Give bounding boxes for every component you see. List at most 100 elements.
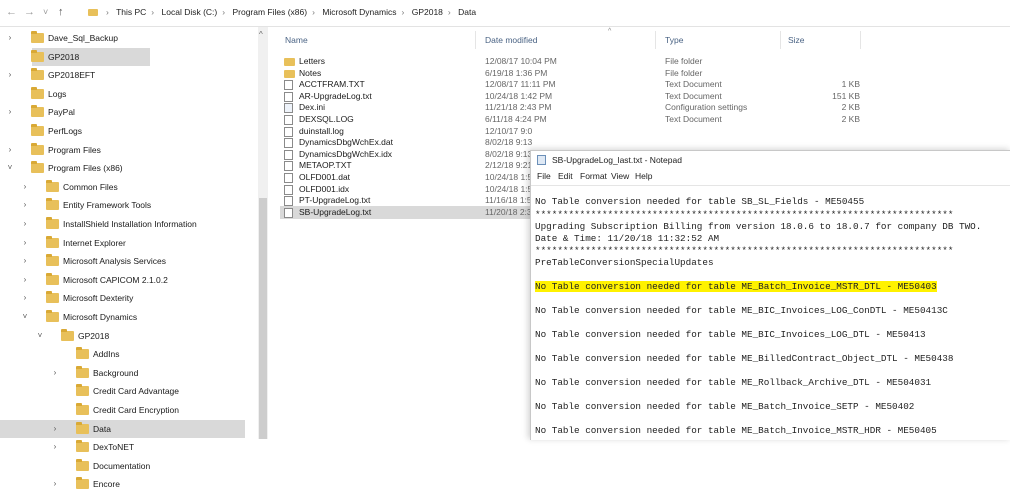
address-bar: ← → ˅ ↑ › This PC › Local Disk (C:) › Prog… [0, 0, 1010, 27]
line-text: Date & Time: 11/20/18 11:32:52 AM [535, 233, 720, 244]
line-text: Upgrading Subscription Billing from vers… [535, 221, 982, 232]
menu-edit[interactable]: Edit [558, 171, 573, 181]
breadcrumb-local-disk[interactable]: Local Disk (C:) [162, 7, 218, 17]
text-file-icon [284, 80, 293, 91]
nav-item[interactable]: Logs [0, 85, 255, 103]
chevron-right-icon[interactable]: › [5, 141, 15, 159]
chevron-right-icon[interactable]: › [20, 215, 30, 233]
folder-icon [76, 403, 89, 415]
text-file-icon [284, 115, 293, 125]
menu-format[interactable]: Format [580, 171, 607, 181]
notepad-icon [537, 155, 546, 165]
chevron-down-icon[interactable]: ˅ [5, 159, 15, 177]
nav-item-label: DexToNET [93, 442, 135, 453]
file-row[interactable]: SB-UpgradeLog.txt 11/20/18 2:3 [280, 205, 545, 219]
chevron-right-icon[interactable]: › [50, 475, 60, 493]
folder-icon [76, 458, 89, 471]
nav-item-label: Microsoft Dexterity [63, 293, 134, 304]
menu-help[interactable]: Help [635, 171, 652, 181]
nav-item[interactable]: › Internet Explorer [0, 234, 255, 252]
column-divider[interactable] [475, 31, 476, 49]
nav-item[interactable]: › Microsoft Analysis Services [0, 252, 255, 270]
nav-item[interactable]: › PayPal [0, 103, 255, 121]
nav-item[interactable]: Credit Card Advantage [0, 382, 255, 400]
scroll-up-icon[interactable]: ^ [259, 30, 263, 39]
folder-icon [46, 254, 59, 267]
chevron-down-icon[interactable]: ˅ [35, 327, 45, 345]
nav-item[interactable]: › Microsoft CAPICOM 2.1.0.2 [0, 271, 255, 289]
up-folder-icon[interactable]: ↑ [58, 6, 64, 18]
column-divider[interactable] [860, 31, 861, 49]
column-header-date-modified[interactable]: Date modified [485, 35, 537, 45]
nav-item[interactable]: ˅ Program Files (x86) [0, 159, 255, 177]
recent-locations-icon[interactable]: ˅ [43, 7, 48, 17]
breadcrumb-program-files-x86[interactable]: Program Files (x86) [232, 7, 307, 17]
nav-scrollbar-thumb[interactable] [259, 198, 267, 439]
breadcrumb-data[interactable]: Data [458, 7, 476, 17]
nav-item-label: Microsoft CAPICOM 2.1.0.2 [63, 274, 168, 285]
nav-item-label: Background [93, 367, 139, 378]
nav-item[interactable]: › Microsoft Dexterity [0, 289, 255, 307]
folder-icon [76, 347, 89, 360]
nav-item[interactable]: › DexToNET [0, 438, 255, 456]
nav-item[interactable]: AddIns [0, 345, 255, 363]
column-divider[interactable] [780, 31, 781, 49]
nav-item[interactable]: ˅ Microsoft Dynamics [0, 308, 255, 326]
chevron-right-icon[interactable]: › [20, 252, 30, 270]
chevron-down-icon[interactable]: ˅ [20, 308, 30, 326]
chevron-right-icon[interactable]: › [50, 420, 60, 438]
menu-view[interactable]: View [611, 171, 629, 181]
nav-item[interactable]: › Common Files [0, 178, 255, 196]
chevron-right-icon[interactable]: › [5, 103, 15, 121]
notepad-title-bar[interactable]: SB-UpgradeLog_last.txt - Notepad [531, 151, 1010, 169]
column-divider[interactable] [655, 31, 656, 49]
text-file-icon [284, 149, 293, 160]
nav-item-label: Common Files [63, 181, 118, 192]
breadcrumb[interactable]: › This PC › Local Disk (C:) › Program File… [88, 7, 476, 17]
nav-item-label: Credit Card Encryption [93, 405, 179, 415]
nav-item[interactable]: Credit Card Encryption [0, 401, 255, 419]
breadcrumb-gp2018[interactable]: GP2018 [412, 7, 443, 17]
nav-item[interactable]: › Entity Framework Tools [0, 196, 255, 214]
chevron-right-icon[interactable]: › [20, 234, 30, 252]
nav-item[interactable]: GP2018 [31, 47, 150, 66]
folder-icon [46, 310, 59, 322]
nav-item-label: GP2018EFT [48, 70, 96, 81]
chevron-right-icon[interactable]: › [20, 196, 30, 214]
folder-icon [61, 328, 74, 341]
nav-item[interactable]: › Encore [0, 475, 255, 493]
notepad-text-area[interactable]: No Table conversion needed for table SB_… [531, 186, 1010, 440]
menu-file[interactable]: File [537, 171, 551, 181]
nav-item[interactable]: › Background [0, 364, 255, 382]
chevron-right-icon[interactable]: › [5, 66, 15, 84]
breadcrumb-microsoft-dynamics[interactable]: Microsoft Dynamics [322, 7, 396, 17]
folder-icon [31, 142, 44, 155]
nav-item[interactable]: PerfLogs [0, 122, 255, 140]
nav-item[interactable]: › InstallShield Installation Information [0, 215, 255, 233]
text-file-icon [284, 173, 293, 183]
line-text: No Table conversion needed for table ME_… [535, 353, 954, 364]
chevron-right-icon[interactable]: › [50, 438, 60, 456]
nav-item-label: Microsoft Dynamics [63, 312, 138, 322]
forward-icon[interactable]: → [24, 6, 35, 18]
chevron-right-icon[interactable]: › [50, 364, 60, 382]
nav-item[interactable]: › Dave_Sql_Backup [0, 29, 255, 47]
column-header-name[interactable]: Name [285, 35, 308, 45]
nav-item[interactable]: › Program Files [0, 141, 255, 159]
chevron-right-icon[interactable]: › [20, 271, 30, 289]
nav-item[interactable]: › GP2018EFT [0, 66, 255, 84]
chevron-right-icon[interactable]: › [5, 29, 15, 47]
nav-item[interactable]: ˅ GP2018 [0, 327, 255, 345]
nav-item-label: Program Files (x86) [48, 163, 123, 174]
back-icon[interactable]: ← [6, 6, 17, 18]
text-file-icon [284, 207, 293, 218]
nav-item[interactable]: › Data [0, 419, 245, 438]
column-header-type[interactable]: Type [665, 35, 683, 45]
chevron-right-icon[interactable]: › [20, 289, 30, 307]
column-header-size[interactable]: Size [788, 35, 805, 45]
nav-item[interactable]: Documentation [0, 457, 255, 475]
breadcrumb-this-pc[interactable]: This PC [116, 7, 146, 17]
breadcrumb-separator: › [401, 7, 405, 17]
chevron-right-icon[interactable]: › [20, 178, 30, 196]
folder-icon [31, 31, 44, 43]
